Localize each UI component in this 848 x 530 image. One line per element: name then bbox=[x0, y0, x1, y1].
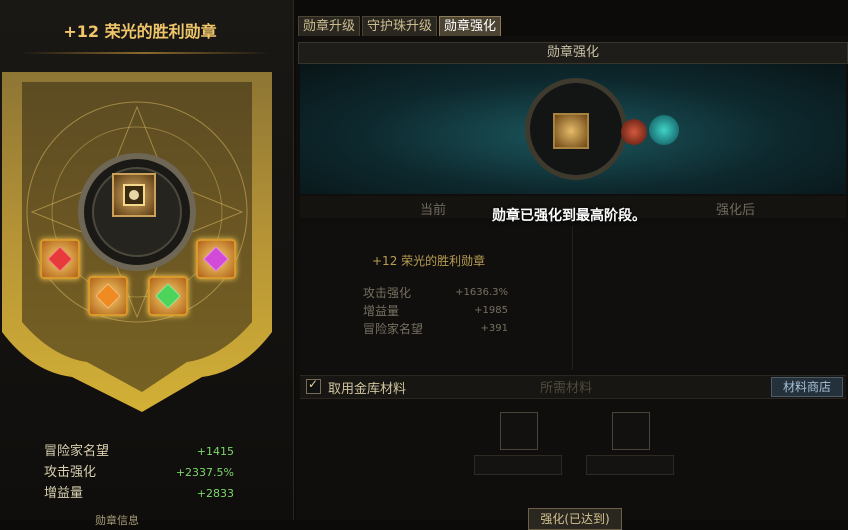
emblem-icon bbox=[123, 184, 145, 206]
stat-row: 增益量 +1985 bbox=[363, 302, 508, 320]
green-gem-icon bbox=[155, 283, 181, 309]
material-count-box bbox=[474, 455, 562, 475]
stat-row: 冒险家名望 +391 bbox=[363, 320, 508, 338]
gem-slot-green[interactable] bbox=[148, 276, 188, 316]
emblem-info-panel: +12 荣光的胜利勋章 冒险家名望 +1415 攻击强化 +2337.5% 增益… bbox=[0, 0, 294, 527]
stat-row: 冒险家名望 +1415 bbox=[44, 441, 234, 462]
gem-slot-magenta[interactable] bbox=[196, 239, 236, 279]
tab-orb-upgrade[interactable]: 守护珠升级 bbox=[362, 16, 438, 38]
current-column-label: 当前 bbox=[420, 203, 447, 218]
gem-slot-orange[interactable] bbox=[88, 276, 128, 316]
tab-emblem-enhance[interactable]: 勋章强化 bbox=[439, 16, 502, 38]
use-vault-materials-checkbox[interactable] bbox=[306, 377, 321, 394]
material-shop-button[interactable]: 材料商店 bbox=[771, 377, 843, 397]
orange-gem-icon bbox=[95, 283, 121, 309]
stat-value: +2337.5% bbox=[175, 466, 234, 479]
main-emblem-slot[interactable] bbox=[112, 173, 156, 217]
stat-label: 冒险家名望 bbox=[363, 322, 424, 336]
tab-emblem-upgrade[interactable]: 勋章升级 bbox=[298, 16, 361, 38]
red-orb-icon bbox=[621, 119, 647, 145]
stat-row: 攻击强化 +2337.5% bbox=[44, 462, 234, 483]
enhance-button[interactable]: 强化(已达到) bbox=[528, 508, 622, 530]
emblem-title: +12 荣光的胜利勋章 bbox=[63, 22, 217, 41]
stat-row: 增益量 +2833 bbox=[44, 483, 234, 504]
stat-value: +2833 bbox=[196, 487, 234, 500]
max-enhance-notice: 勋章已强化到最高阶段。 bbox=[492, 208, 646, 224]
stat-value: +391 bbox=[480, 323, 508, 334]
material-slot[interactable] bbox=[612, 412, 650, 450]
stat-value: +1985 bbox=[474, 305, 508, 316]
use-vault-materials-label[interactable]: 取用金库材料 bbox=[328, 378, 406, 397]
stat-label: 冒险家名望 bbox=[44, 444, 110, 459]
current-emblem-name: +12 荣光的胜利勋章 bbox=[372, 254, 486, 268]
material-slot[interactable] bbox=[500, 412, 538, 450]
after-stats-box bbox=[574, 226, 846, 370]
stat-label: 增益量 bbox=[363, 304, 400, 318]
title-divider bbox=[20, 52, 270, 54]
emblem-info-link[interactable]: 勋章信息 bbox=[95, 512, 139, 528]
current-stats: 攻击强化 +1636.3% 增益量 +1985 冒险家名望 +391 bbox=[363, 284, 508, 338]
stat-label: 攻击强化 bbox=[363, 286, 412, 300]
material-count-box bbox=[586, 455, 674, 475]
required-materials-label: 所需材料 bbox=[540, 381, 593, 396]
tab-bar: 勋章升级 守护珠升级 勋章强化 bbox=[298, 16, 502, 38]
teal-orb-icon bbox=[649, 115, 679, 145]
panel-header: 勋章强化 bbox=[298, 42, 848, 64]
emblem-stats: 冒险家名望 +1415 攻击强化 +2337.5% 增益量 +2833 bbox=[44, 441, 234, 504]
stat-label: 增益量 bbox=[44, 486, 84, 501]
stat-label: 攻击强化 bbox=[44, 465, 97, 480]
red-gem-icon bbox=[47, 246, 73, 272]
gem-slot-red[interactable] bbox=[40, 239, 80, 279]
magenta-gem-icon bbox=[203, 246, 229, 272]
enhance-emblem-slot[interactable] bbox=[553, 113, 589, 149]
after-column-label: 强化后 bbox=[716, 203, 756, 218]
stat-value: +1415 bbox=[196, 445, 234, 458]
stat-value: +1636.3% bbox=[455, 287, 508, 298]
stat-row: 攻击强化 +1636.3% bbox=[363, 284, 508, 302]
